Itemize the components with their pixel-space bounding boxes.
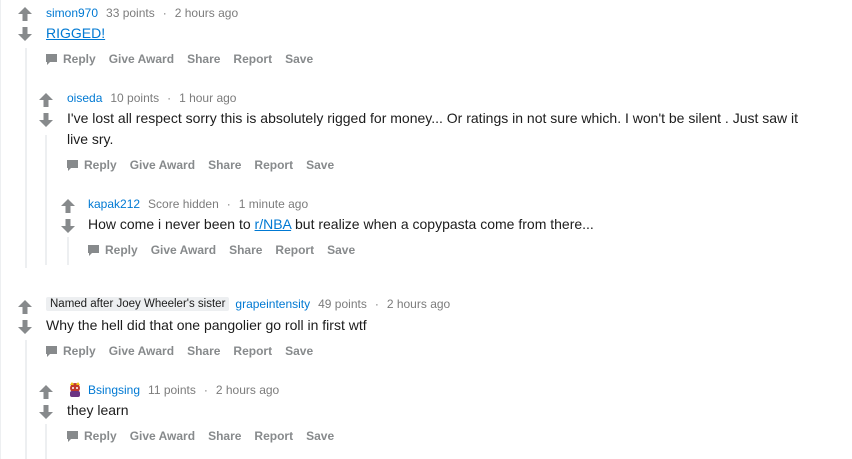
report-button[interactable]: Report — [233, 344, 272, 358]
comment-meta: Named after Joey Wheeler's sister grapei… — [46, 297, 450, 311]
comment-actions: Reply Give Award Share Report Save — [66, 429, 347, 443]
give-award-button[interactable]: Give Award — [130, 158, 195, 172]
reply-button[interactable]: Reply — [66, 158, 117, 172]
downvote-icon[interactable] — [16, 319, 36, 335]
thread-line[interactable] — [45, 135, 47, 265]
reply-label: Reply — [105, 243, 138, 257]
score: 11 points — [148, 383, 196, 397]
downvote-icon[interactable] — [59, 218, 79, 234]
thread-line[interactable] — [25, 340, 27, 459]
comment-actions: Reply Give Award Share Report Save — [87, 243, 368, 257]
downvote-icon[interactable] — [37, 112, 57, 128]
timestamp[interactable]: 2 hours ago — [387, 297, 450, 311]
timestamp[interactable]: 2 hours ago — [175, 6, 238, 20]
score: 10 points — [110, 91, 160, 105]
give-award-button[interactable]: Give Award — [130, 429, 195, 443]
author-link[interactable]: Bsingsing — [88, 383, 140, 397]
author-link[interactable]: oiseda — [67, 91, 102, 105]
share-button[interactable]: Share — [187, 52, 220, 66]
separator: · — [226, 197, 231, 211]
comment-body: I've lost all respect sorry this is abso… — [67, 108, 847, 150]
comment-body: they learn — [67, 402, 129, 418]
comment-body-line: live sry. — [67, 131, 114, 147]
reply-icon — [67, 430, 78, 442]
subreddit-link[interactable]: r/NBA — [255, 216, 292, 232]
share-button[interactable]: Share — [229, 243, 262, 257]
score: Score hidden — [148, 197, 219, 211]
page-left-border — [0, 0, 1, 459]
thread-line[interactable] — [25, 48, 27, 268]
report-button[interactable]: Report — [233, 52, 272, 66]
score: 33 points — [106, 6, 155, 20]
comment-body: Why the hell did that one pangolier go r… — [46, 317, 367, 333]
comment-meta: oiseda 10 points · 1 hour ago — [67, 91, 236, 105]
upvote-icon[interactable] — [16, 299, 36, 315]
reply-icon — [88, 244, 99, 256]
author-link[interactable]: kapak212 — [88, 197, 140, 211]
score: 49 points — [318, 297, 367, 311]
reply-button[interactable]: Reply — [66, 429, 117, 443]
body-text: How come i never been to — [88, 216, 255, 232]
share-button[interactable]: Share — [187, 344, 220, 358]
comment-meta: simon970 33 points · 2 hours ago — [46, 6, 238, 20]
reply-button[interactable]: Reply — [45, 344, 96, 358]
thread-line[interactable] — [67, 237, 69, 265]
reply-label: Reply — [84, 429, 117, 443]
author-link[interactable]: simon970 — [46, 6, 98, 20]
save-button[interactable]: Save — [285, 344, 313, 358]
report-button[interactable]: Report — [275, 243, 314, 257]
comment-meta: kapak212 Score hidden · 1 minute ago — [88, 197, 308, 211]
comment-actions: Reply Give Award Share Report Save — [45, 344, 326, 358]
save-button[interactable]: Save — [306, 158, 334, 172]
report-button[interactable]: Report — [254, 429, 293, 443]
downvote-icon[interactable] — [16, 26, 36, 42]
body-text: but realize when a copypasta come from t… — [291, 216, 594, 232]
save-button[interactable]: Save — [285, 52, 313, 66]
give-award-button[interactable]: Give Award — [109, 52, 174, 66]
comment-meta: Bsingsing 11 points · 2 hours ago — [67, 382, 279, 398]
avatar-icon[interactable] — [67, 382, 83, 398]
timestamp[interactable]: 1 hour ago — [179, 91, 236, 105]
comment-actions: Reply Give Award Share Report Save — [45, 52, 326, 66]
reply-label: Reply — [84, 158, 117, 172]
give-award-button[interactable]: Give Award — [151, 243, 216, 257]
reply-icon — [67, 159, 78, 171]
reply-button[interactable]: Reply — [87, 243, 138, 257]
timestamp[interactable]: 1 minute ago — [239, 197, 308, 211]
separator: · — [374, 297, 379, 311]
comment-body-line: I've lost all respect sorry this is abso… — [67, 110, 799, 126]
downvote-icon[interactable] — [37, 404, 57, 420]
give-award-button[interactable]: Give Award — [109, 344, 174, 358]
upvote-icon[interactable] — [37, 384, 57, 400]
comment-actions: Reply Give Award Share Report Save — [66, 158, 347, 172]
upvote-icon[interactable] — [16, 6, 36, 22]
reply-icon — [46, 53, 57, 65]
separator: · — [162, 6, 167, 20]
comment-body: How come i never been to r/NBA but reali… — [88, 214, 594, 235]
body-link[interactable]: RIGGED! — [46, 25, 105, 41]
reply-label: Reply — [63, 52, 96, 66]
user-flair: Named after Joey Wheeler's sister — [46, 297, 230, 311]
reply-icon — [46, 345, 57, 357]
reply-button[interactable]: Reply — [45, 52, 96, 66]
separator: · — [167, 91, 172, 105]
reply-label: Reply — [63, 344, 96, 358]
comment-body: RIGGED! — [46, 23, 105, 44]
save-button[interactable]: Save — [306, 429, 334, 443]
share-button[interactable]: Share — [208, 429, 241, 443]
save-button[interactable]: Save — [327, 243, 355, 257]
upvote-icon[interactable] — [59, 198, 79, 214]
report-button[interactable]: Report — [254, 158, 293, 172]
upvote-icon[interactable] — [37, 92, 57, 108]
separator: · — [203, 383, 208, 397]
author-link[interactable]: grapeintensity — [235, 297, 310, 311]
share-button[interactable]: Share — [208, 158, 241, 172]
timestamp[interactable]: 2 hours ago — [216, 383, 279, 397]
thread-line[interactable] — [45, 424, 47, 459]
